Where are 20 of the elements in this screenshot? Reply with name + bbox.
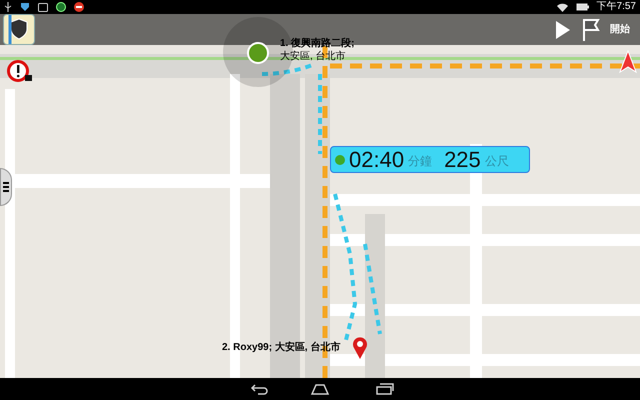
wifi-icon: [556, 2, 568, 12]
image-icon: [38, 2, 48, 12]
home-icon[interactable]: [310, 383, 330, 395]
app-map-icon[interactable]: [3, 14, 35, 45]
eta-time-unit: 分鐘: [408, 153, 432, 170]
clock: 下午7:57: [596, 2, 636, 12]
back-icon[interactable]: [250, 383, 268, 395]
waypoint-label: 大安區, 台北市: [280, 50, 347, 63]
destination-pin-icon: [352, 336, 368, 360]
recent-apps-icon[interactable]: [376, 383, 394, 395]
eta-time: 02:40: [349, 148, 404, 170]
shield-icon: [20, 2, 30, 12]
compass-icon[interactable]: [618, 50, 638, 74]
usb-icon: [4, 2, 12, 12]
no-entry-icon: [74, 2, 84, 12]
warning-icon[interactable]: [7, 60, 33, 82]
eta-distance-unit: 公尺: [484, 153, 509, 170]
start-button[interactable]: 開始: [610, 22, 630, 37]
battery-icon: [576, 3, 589, 11]
eta-distance: 225: [444, 148, 481, 170]
